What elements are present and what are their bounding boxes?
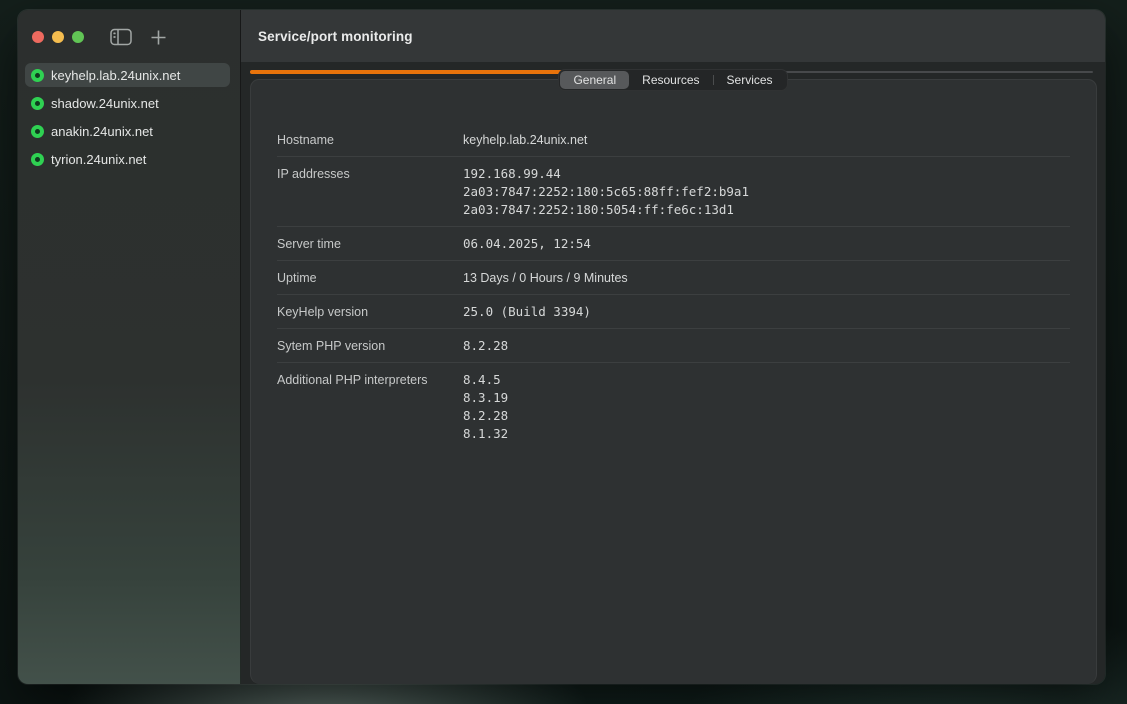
server-list: keyhelp.lab.24unix.net shadow.24unix.net… [25, 63, 230, 175]
detail-label: Uptime [277, 269, 463, 287]
app-window: keyhelp.lab.24unix.net shadow.24unix.net… [18, 10, 1105, 684]
detail-value: 25.0 (Build 3394) [463, 303, 591, 321]
detail-row-additional-php: Additional PHP interpreters 8.4.5 8.3.19… [277, 362, 1070, 450]
detail-label: Additional PHP interpreters [277, 371, 463, 443]
detail-value: 192.168.99.44 [463, 165, 749, 183]
window-controls [32, 28, 167, 46]
detail-label: Server time [277, 235, 463, 253]
server-label: keyhelp.lab.24unix.net [51, 68, 180, 83]
sidebar: keyhelp.lab.24unix.net shadow.24unix.net… [18, 10, 241, 684]
tab-bar: General Resources Services [241, 69, 1105, 91]
detail-label: KeyHelp version [277, 303, 463, 321]
detail-row-ip-addresses: IP addresses 192.168.99.44 2a03:7847:225… [277, 156, 1070, 226]
add-server-icon[interactable] [150, 29, 167, 46]
detail-value: 06.04.2025, 12:54 [463, 235, 591, 253]
detail-row-keyhelp-version: KeyHelp version 25.0 (Build 3394) [277, 294, 1070, 328]
detail-value: 8.4.5 [463, 371, 508, 389]
page-title: Service/port monitoring [258, 29, 413, 44]
main-area: Service/port monitoring Hostname keyhelp… [241, 10, 1105, 684]
sidebar-item-shadow[interactable]: shadow.24unix.net [25, 91, 230, 115]
detail-row-system-php-version: Sytem PHP version 8.2.28 [277, 328, 1070, 362]
detail-row-hostname: Hostname keyhelp.lab.24unix.net [277, 123, 1070, 156]
detail-value: 8.2.28 [463, 407, 508, 425]
detail-label: Sytem PHP version [277, 337, 463, 355]
detail-value: 8.2.28 [463, 337, 508, 355]
zoom-window-button[interactable] [72, 31, 84, 43]
tab-segmented-control: General Resources Services [558, 69, 787, 91]
server-label: tyrion.24unix.net [51, 152, 146, 167]
window-titlebar: Service/port monitoring [241, 10, 1105, 62]
desktop-wallpaper: keyhelp.lab.24unix.net shadow.24unix.net… [0, 0, 1127, 704]
status-online-icon [31, 69, 44, 82]
toggle-sidebar-icon[interactable] [110, 28, 132, 46]
sidebar-item-tyrion[interactable]: tyrion.24unix.net [25, 147, 230, 171]
detail-row-server-time: Server time 06.04.2025, 12:54 [277, 226, 1070, 260]
minimize-window-button[interactable] [52, 31, 64, 43]
sidebar-item-keyhelp[interactable]: keyhelp.lab.24unix.net [25, 63, 230, 87]
server-label: shadow.24unix.net [51, 96, 159, 111]
detail-value: 8.3.19 [463, 389, 508, 407]
server-details: Hostname keyhelp.lab.24unix.net IP addre… [277, 123, 1070, 450]
detail-label: IP addresses [277, 165, 463, 219]
detail-value: 2a03:7847:2252:180:5c65:88ff:fef2:b9a1 [463, 183, 749, 201]
detail-value: 13 Days / 0 Hours / 9 Minutes [463, 269, 628, 287]
close-window-button[interactable] [32, 31, 44, 43]
content-panel: Hostname keyhelp.lab.24unix.net IP addre… [250, 79, 1097, 684]
detail-row-uptime: Uptime 13 Days / 0 Hours / 9 Minutes [277, 260, 1070, 294]
detail-value: 8.1.32 [463, 425, 508, 443]
sidebar-item-anakin[interactable]: anakin.24unix.net [25, 119, 230, 143]
detail-label: Hostname [277, 131, 463, 149]
tab-resources[interactable]: Resources [629, 71, 712, 89]
tab-general[interactable]: General [560, 71, 629, 89]
detail-value: 2a03:7847:2252:180:5054:ff:fe6c:13d1 [463, 201, 749, 219]
detail-value: keyhelp.lab.24unix.net [463, 131, 587, 149]
tab-services[interactable]: Services [714, 71, 786, 89]
server-label: anakin.24unix.net [51, 124, 153, 139]
status-online-icon [31, 125, 44, 138]
status-online-icon [31, 153, 44, 166]
status-online-icon [31, 97, 44, 110]
